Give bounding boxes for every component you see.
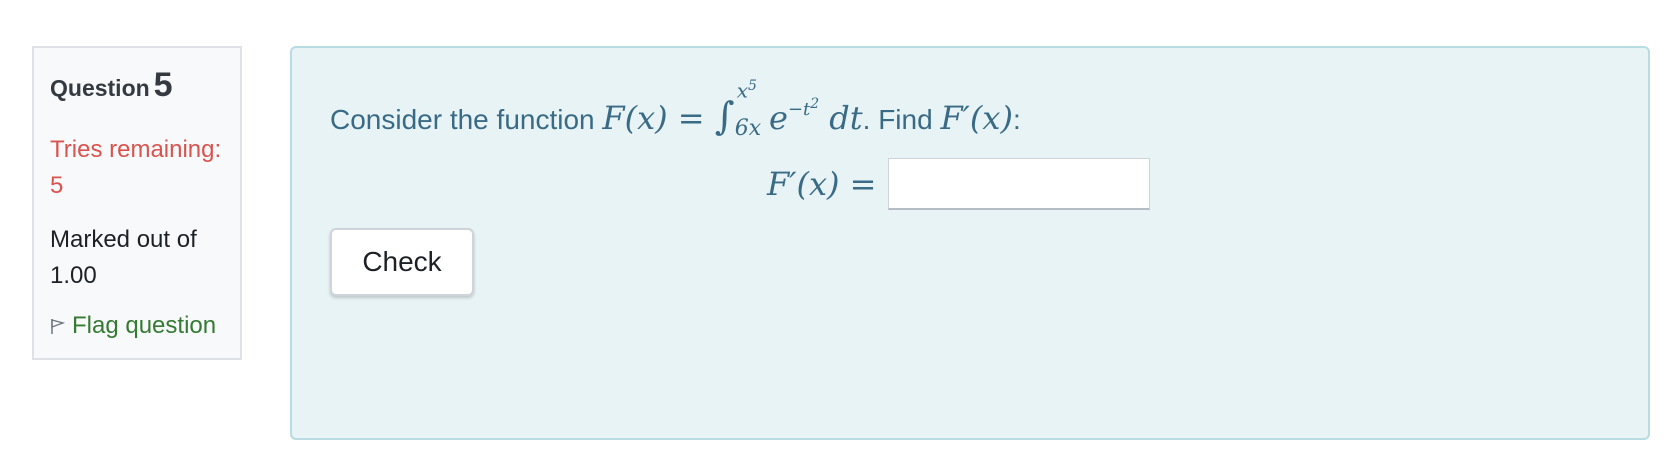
find-target: F′(x) bbox=[940, 99, 1013, 137]
find-text: . Find bbox=[862, 104, 933, 135]
differential: dt bbox=[829, 99, 863, 137]
answer-label: F′(x) = bbox=[767, 165, 877, 203]
find-colon: : bbox=[1012, 104, 1021, 135]
integral-upper-limit: x5 bbox=[736, 78, 757, 103]
flag-icon bbox=[50, 317, 66, 335]
question-number: 5 bbox=[153, 66, 173, 104]
marked-out-of: Marked out of 1.00 bbox=[50, 226, 197, 289]
question-text: Consider the function F(x) = ∫ x5 6x e−t… bbox=[330, 78, 1021, 141]
question-content-panel: Consider the function F(x) = ∫ x5 6x e−t… bbox=[290, 46, 1650, 440]
tries-remaining: Tries remaining: 5 bbox=[50, 136, 222, 199]
integrand: e−t2 bbox=[768, 96, 820, 137]
question-info-panel: Question 5 Tries remaining: 5 Marked out … bbox=[32, 46, 242, 360]
flag-question-link[interactable]: Flag question bbox=[50, 312, 216, 340]
integral-sign: ∫ x5 6x bbox=[714, 78, 762, 141]
answer-input[interactable] bbox=[888, 158, 1151, 210]
flag-question-label: Flag question bbox=[72, 312, 217, 339]
answer-row: F′(x) = bbox=[767, 158, 1151, 210]
question-label: Question bbox=[50, 75, 150, 101]
function-lhs: F(x) = bbox=[602, 99, 705, 137]
question-number-heading: Question 5 bbox=[50, 66, 173, 105]
integral-lower-limit: 6x bbox=[734, 116, 762, 141]
function-definition: F(x) = ∫ x5 6x e−t2 dt bbox=[602, 78, 863, 141]
question-intro: Consider the function bbox=[330, 104, 595, 135]
check-button[interactable]: Check bbox=[330, 228, 474, 296]
